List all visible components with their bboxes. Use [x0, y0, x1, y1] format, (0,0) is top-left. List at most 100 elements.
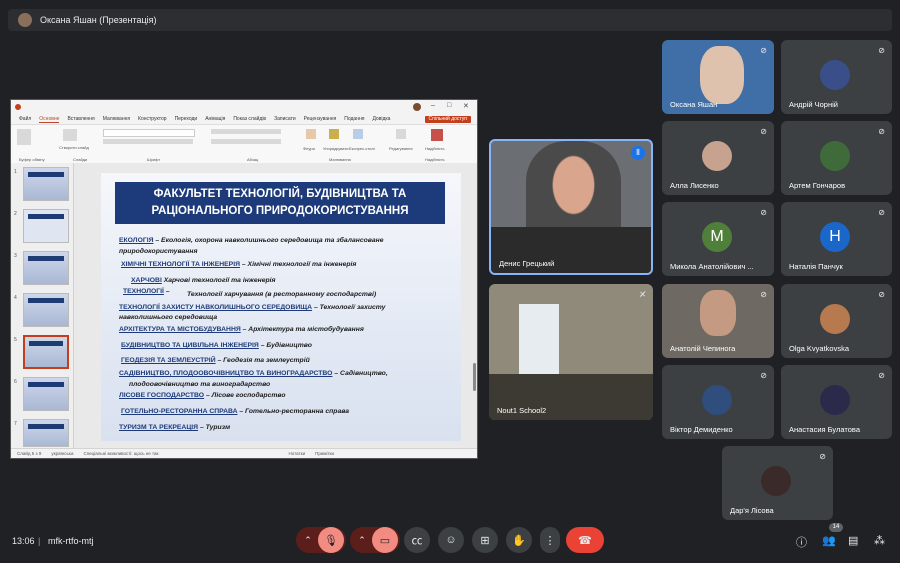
video-tile[interactable]: ⊘ Алла Лисенко: [662, 121, 774, 195]
video-tile[interactable]: Н ⊘ Наталія Панчук: [781, 202, 892, 276]
paragraph-buttons[interactable]: [211, 129, 281, 134]
captions-button[interactable]: ㏄: [404, 527, 430, 553]
ppt-ribbon: Створити слайд Фігури Упорядкувати Експр…: [11, 125, 477, 164]
maximize-icon[interactable]: □: [447, 102, 451, 109]
mic-off-icon: ✕̸: [639, 290, 646, 299]
close-icon[interactable]: ✕: [463, 102, 469, 110]
mic-off-icon: ⊘: [878, 371, 885, 380]
video-tile[interactable]: ⊘ Андрій Чорній: [781, 40, 892, 114]
video-tile[interactable]: ⊘ Анастасия Булатова: [781, 365, 892, 439]
activities-icon[interactable]: ⁂: [874, 534, 885, 547]
slide-thumbnail[interactable]: [23, 293, 69, 327]
menu-file[interactable]: Файл: [19, 116, 31, 122]
menu-help[interactable]: Довідка: [372, 116, 390, 122]
language: українська: [51, 451, 74, 456]
participant-name: Алла Лисенко: [670, 181, 719, 190]
menu-insert[interactable]: Вставлення: [67, 116, 94, 122]
presenter-bar[interactable]: Оксана Яшан (Презентація): [8, 9, 892, 31]
video-tile[interactable]: ⊘ Віктор Демиденко: [662, 365, 774, 439]
menu-home[interactable]: Основне: [39, 116, 60, 123]
slide-thumbnail[interactable]: [23, 167, 69, 201]
menu-draw[interactable]: Малювання: [103, 116, 130, 122]
slide-item: ХАРЧОВІ Харчові технології та інженерія: [131, 277, 276, 284]
info-icon[interactable]: ⓘ: [796, 534, 807, 550]
participant-avatar: [702, 385, 732, 415]
slide-number: 1: [14, 169, 17, 175]
mic-off-button[interactable]: 🎙︎: [318, 527, 344, 553]
slide-number: 2: [14, 211, 17, 217]
leave-call-button[interactable]: ☎: [566, 527, 604, 553]
chat-icon[interactable]: ▤: [848, 534, 858, 547]
present-button[interactable]: ⊞: [472, 527, 498, 553]
clock: 13:06: [12, 536, 35, 546]
participant-name: Nout1 School2: [497, 406, 547, 415]
menu-slideshow[interactable]: Показ слайдів: [233, 116, 266, 122]
participant-name: Наталія Панчук: [789, 262, 843, 271]
slide-item: ЛІСОВЕ ГОСПОДАРСТВО – Лісове господарств…: [119, 392, 286, 399]
sensitivity-icon[interactable]: [431, 129, 443, 141]
new-slide-icon[interactable]: [63, 129, 77, 141]
group-font: Шрифт: [147, 157, 161, 162]
slide[interactable]: ФАКУЛЬТЕТ ТЕХНОЛОГІЙ, БУДІВНИЦТВА ТА РАЦ…: [101, 173, 461, 441]
quick-styles-icon[interactable]: [353, 129, 363, 139]
minimize-icon[interactable]: –: [431, 102, 435, 109]
comments-button[interactable]: Примітки: [315, 451, 334, 456]
emoji-button[interactable]: ☺: [438, 527, 464, 553]
video-tile-speaker[interactable]: ⦀ Денис Грецький: [489, 139, 653, 275]
slide-thumbnail[interactable]: [23, 419, 69, 447]
speaking-indicator-icon: ⦀: [631, 146, 645, 160]
participant-avatar: [702, 141, 732, 171]
menu-transitions[interactable]: Переходи: [175, 116, 198, 122]
participant-avatar: [761, 466, 791, 496]
video-tile-classroom[interactable]: ✕̸ Nout1 School2: [489, 284, 653, 420]
slide-thumbnail[interactable]: [23, 209, 69, 243]
vertical-scrollbar[interactable]: [473, 363, 476, 391]
participant-name: Анатолій Чепинога: [670, 344, 736, 353]
group-sensitivity: Надійність: [425, 157, 445, 162]
share-button[interactable]: Спільний доступ: [424, 115, 471, 123]
menu-record[interactable]: Записати: [274, 116, 296, 122]
video-tile[interactable]: ⊘ Olga Kvyatkovska: [781, 284, 892, 358]
separator: |: [38, 536, 41, 546]
edit-icon[interactable]: [396, 129, 406, 139]
paste-icon[interactable]: [17, 129, 31, 145]
video-tile[interactable]: M ⊘ Микола Анатолійович ...: [662, 202, 774, 276]
font-select[interactable]: [103, 129, 195, 137]
align-buttons[interactable]: [211, 139, 281, 144]
mic-off-icon: ⊘: [819, 452, 826, 461]
video-tile[interactable]: ⊘ Анатолій Чепинога: [662, 284, 774, 358]
video-tile[interactable]: ⊘ Артем Гончаров: [781, 121, 892, 195]
slide-item: Технології харчування (в ресторанному го…: [187, 291, 377, 298]
slide-item: АРХІТЕКТУРА ТА МІСТОБУДУВАННЯ – Архітект…: [119, 326, 364, 333]
video-tile[interactable]: ⊘ Оксана Яшан: [662, 40, 774, 114]
menu-view[interactable]: Подання: [344, 116, 364, 122]
shapes-icon[interactable]: [306, 129, 316, 139]
presenter-avatar: [18, 13, 32, 27]
camera-off-button[interactable]: ▭: [372, 527, 398, 553]
slide-thumbnail[interactable]: [23, 251, 69, 285]
group-drawing: Малювання: [329, 157, 351, 162]
slide-item: ХІМІЧНІ ТЕХНОЛОГІЇ ТА ІНЖЕНЕРІЯ – Хімічн…: [121, 261, 357, 268]
slide-number: 3: [14, 253, 17, 259]
more-options-button[interactable]: ⋮: [540, 527, 560, 553]
font-format-buttons[interactable]: [103, 139, 193, 144]
slide-thumbnail-selected[interactable]: [23, 335, 69, 369]
mic-off-icon: ⊘: [760, 290, 767, 299]
participant-avatar: [820, 141, 850, 171]
chevron-up-icon[interactable]: ⌃: [298, 535, 318, 546]
menu-review[interactable]: Рецензування: [304, 116, 337, 122]
video-tile[interactable]: ⊘ Дар'я Лісова: [722, 446, 833, 520]
arrange-icon[interactable]: [329, 129, 339, 139]
menu-animation[interactable]: Анімація: [205, 116, 225, 122]
slide-thumbnail[interactable]: [23, 377, 69, 411]
menu-design[interactable]: Конструктор: [138, 116, 167, 122]
group-paragraph: Абзац: [247, 157, 259, 162]
participant-avatar: [820, 385, 850, 415]
raise-hand-button[interactable]: ✋: [506, 527, 532, 553]
accessibility-status[interactable]: Спеціальні можливості: щось не так: [83, 451, 158, 456]
group-slides: Слайди: [73, 157, 88, 162]
notes-button[interactable]: Нотатки: [289, 451, 306, 456]
people-icon[interactable]: 👥: [822, 534, 836, 547]
participant-name: Анастасия Булатова: [789, 425, 860, 434]
chevron-up-icon[interactable]: ⌃: [352, 535, 372, 546]
